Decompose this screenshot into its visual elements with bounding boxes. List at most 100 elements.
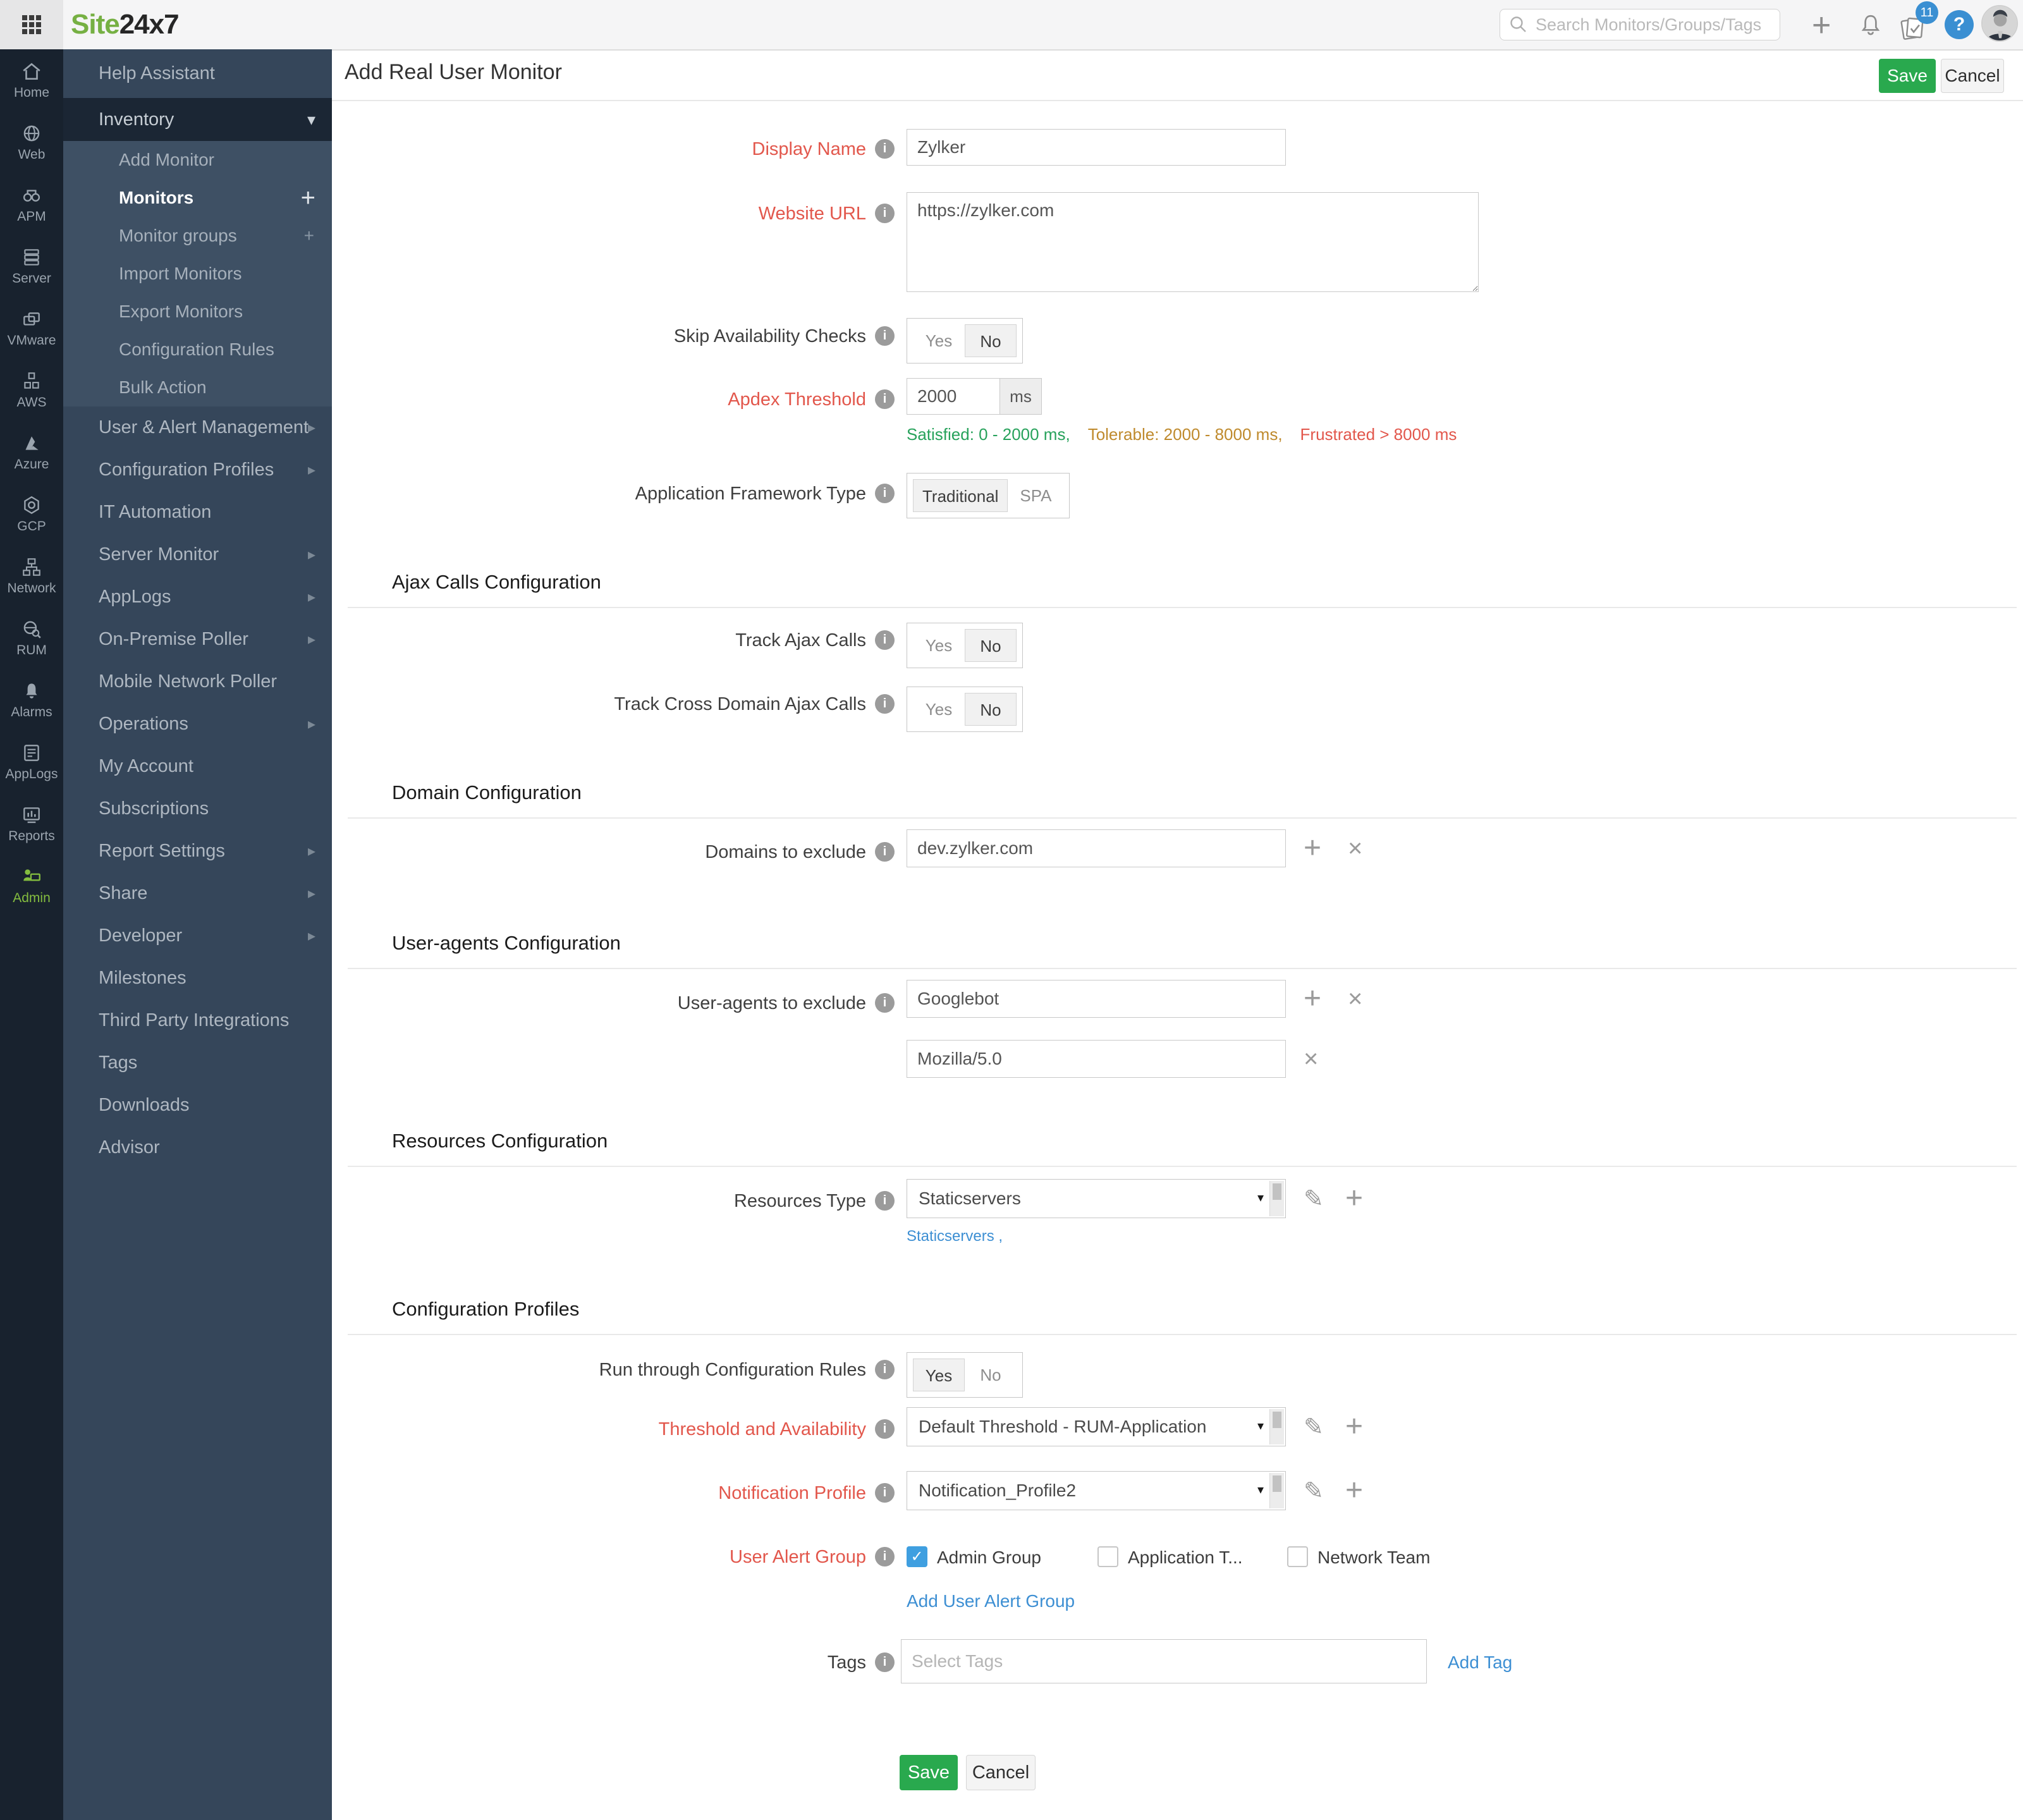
add-tag-link[interactable]: Add Tag xyxy=(1448,1652,1512,1673)
info-icon[interactable]: i xyxy=(875,842,895,862)
checkbox-network-team[interactable] xyxy=(1287,1546,1308,1567)
rail-item-admin[interactable]: Admin xyxy=(0,855,63,917)
bell-icon[interactable] xyxy=(1857,11,1884,42)
toggle-yes[interactable]: Yes xyxy=(913,629,965,662)
app-grid-button[interactable] xyxy=(0,0,63,49)
info-icon[interactable]: i xyxy=(875,1483,895,1503)
info-icon[interactable]: i xyxy=(875,204,895,223)
sidebar-item-on-premise-poller[interactable]: On-Premise Poller▸ xyxy=(63,618,332,661)
info-icon[interactable]: i xyxy=(875,1547,895,1567)
info-icon[interactable]: i xyxy=(875,1360,895,1379)
rail-item-applogs[interactable]: AppLogs xyxy=(0,731,63,793)
edit-pencil-icon[interactable]: ✎ xyxy=(1304,1479,1324,1503)
save-button-top[interactable]: Save xyxy=(1879,59,1936,93)
toggle-no[interactable]: No xyxy=(965,629,1017,662)
add-user-alert-group-link[interactable]: Add User Alert Group xyxy=(907,1591,1075,1611)
sidebar-item-report-settings[interactable]: Report Settings▸ xyxy=(63,830,332,872)
sidebar-item-it-automation[interactable]: IT Automation xyxy=(63,491,332,534)
sidebar-item-share[interactable]: Share▸ xyxy=(63,872,332,915)
toggle-spa[interactable]: SPA xyxy=(1008,479,1063,512)
notification-profile-select[interactable]: Notification_Profile2 ▾ xyxy=(907,1471,1286,1510)
edit-pencil-icon[interactable]: ✎ xyxy=(1304,1187,1324,1211)
useragent-input-1[interactable] xyxy=(907,980,1286,1018)
sidebar-item-inventory[interactable]: Inventory▾ xyxy=(63,98,332,141)
rail-item-aws[interactable]: AWS xyxy=(0,359,63,421)
rail-item-vmware[interactable]: VMware xyxy=(0,297,63,359)
info-icon[interactable]: i xyxy=(875,139,895,159)
add-domain-plus-icon[interactable]: + xyxy=(1304,833,1321,864)
rail-item-home[interactable]: Home xyxy=(0,49,63,111)
threshold-profile-select[interactable]: Default Threshold - RUM-Application ▾ xyxy=(907,1407,1286,1446)
sidebar-item-server-monitor[interactable]: Server Monitor▸ xyxy=(63,534,332,576)
sidebar-item-monitor-groups[interactable]: Monitor groups+ xyxy=(63,217,332,255)
info-icon[interactable]: i xyxy=(875,694,895,714)
sidebar-item-monitors[interactable]: Monitors+ xyxy=(63,179,332,217)
info-icon[interactable]: i xyxy=(875,630,895,650)
global-search[interactable] xyxy=(1500,9,1780,40)
plus-icon[interactable]: + xyxy=(301,184,315,212)
remove-useragent-x-icon[interactable]: × xyxy=(1304,1046,1318,1072)
sidebar-item-downloads[interactable]: Downloads xyxy=(63,1084,332,1127)
sidebar-item-developer[interactable]: Developer▸ xyxy=(63,915,332,957)
search-input[interactable] xyxy=(1534,15,1764,35)
rail-item-apm[interactable]: APM xyxy=(0,173,63,235)
rail-item-server[interactable]: Server xyxy=(0,235,63,297)
sidebar-item-operations[interactable]: Operations▸ xyxy=(63,703,332,745)
edit-pencil-icon[interactable]: ✎ xyxy=(1304,1415,1324,1439)
resources-selected-note[interactable]: Staticservers , xyxy=(907,1228,1003,1245)
website-url-textarea[interactable]: https://zylker.com xyxy=(907,192,1479,292)
info-icon[interactable]: i xyxy=(875,1419,895,1439)
save-button-bottom[interactable]: Save xyxy=(900,1755,958,1790)
sidebar-item-help-assistant[interactable]: Help Assistant xyxy=(63,49,332,98)
sidebar-item-configuration-rules[interactable]: Configuration Rules xyxy=(63,331,332,369)
rail-item-rum[interactable]: RUM xyxy=(0,607,63,669)
toggle-yes[interactable]: Yes xyxy=(913,324,965,357)
domains-exclude-input[interactable] xyxy=(907,829,1286,867)
remove-domain-x-icon[interactable]: × xyxy=(1348,836,1362,861)
sidebar-item-milestones[interactable]: Milestones xyxy=(63,957,332,999)
sidebar-item-user-alert-management[interactable]: User & Alert Management▸ xyxy=(63,406,332,449)
cancel-button-top[interactable]: Cancel xyxy=(1941,59,2004,93)
display-name-input[interactable] xyxy=(907,129,1286,166)
info-icon[interactable]: i xyxy=(875,1652,895,1672)
toggle-no[interactable]: No xyxy=(965,693,1017,726)
add-useragent-plus-icon[interactable]: + xyxy=(1304,984,1321,1014)
apdex-threshold-input[interactable] xyxy=(907,378,1000,415)
toggle-no[interactable]: No xyxy=(965,1359,1017,1391)
help-icon[interactable]: ? xyxy=(1945,10,1974,39)
toggle-traditional[interactable]: Traditional xyxy=(913,479,1008,512)
sidebar-item-my-account[interactable]: My Account xyxy=(63,745,332,788)
sidebar-item-import-monitors[interactable]: Import Monitors xyxy=(63,255,332,293)
add-resource-plus-icon[interactable]: + xyxy=(1345,1183,1363,1214)
add-notification-plus-icon[interactable]: + xyxy=(1345,1475,1363,1506)
info-icon[interactable]: i xyxy=(875,484,895,503)
add-threshold-plus-icon[interactable]: + xyxy=(1345,1412,1363,1442)
toggle-yes[interactable]: Yes xyxy=(913,1359,965,1391)
sidebar-item-subscriptions[interactable]: Subscriptions xyxy=(63,788,332,830)
info-icon[interactable]: i xyxy=(875,1191,895,1211)
info-icon[interactable]: i xyxy=(875,389,895,409)
rail-item-alarms[interactable]: Alarms xyxy=(0,669,63,731)
plus-icon[interactable]: + xyxy=(304,226,314,246)
resources-type-select[interactable]: Staticservers ▾ xyxy=(907,1179,1286,1218)
checkbox-application-team[interactable] xyxy=(1097,1546,1118,1567)
sidebar-item-add-monitor[interactable]: Add Monitor xyxy=(63,141,332,179)
sidebar-item-advisor[interactable]: Advisor xyxy=(63,1127,332,1169)
add-monitor-plus-icon[interactable]: + xyxy=(1812,6,1831,44)
rail-item-network[interactable]: Network xyxy=(0,545,63,607)
toggle-yes[interactable]: Yes xyxy=(913,693,965,726)
info-icon[interactable]: i xyxy=(875,993,895,1013)
rail-item-web[interactable]: Web xyxy=(0,111,63,173)
rail-item-reports[interactable]: Reports xyxy=(0,793,63,855)
checkbox-admin-group[interactable]: ✓ xyxy=(907,1546,927,1567)
rail-item-azure[interactable]: Azure xyxy=(0,421,63,483)
sidebar-item-export-monitors[interactable]: Export Monitors xyxy=(63,293,332,331)
sidebar-item-applogs[interactable]: AppLogs▸ xyxy=(63,576,332,618)
rail-item-gcp[interactable]: GCP xyxy=(0,483,63,545)
sidebar-item-configuration-profiles[interactable]: Configuration Profiles▸ xyxy=(63,449,332,491)
sidebar-item-bulk-action[interactable]: Bulk Action xyxy=(63,369,332,406)
useragent-input-2[interactable] xyxy=(907,1040,1286,1078)
site24x7-logo[interactable]: Site24x7 xyxy=(71,9,179,40)
notification-badge[interactable]: 11 xyxy=(1916,1,1938,24)
cancel-button-bottom[interactable]: Cancel xyxy=(966,1755,1036,1790)
